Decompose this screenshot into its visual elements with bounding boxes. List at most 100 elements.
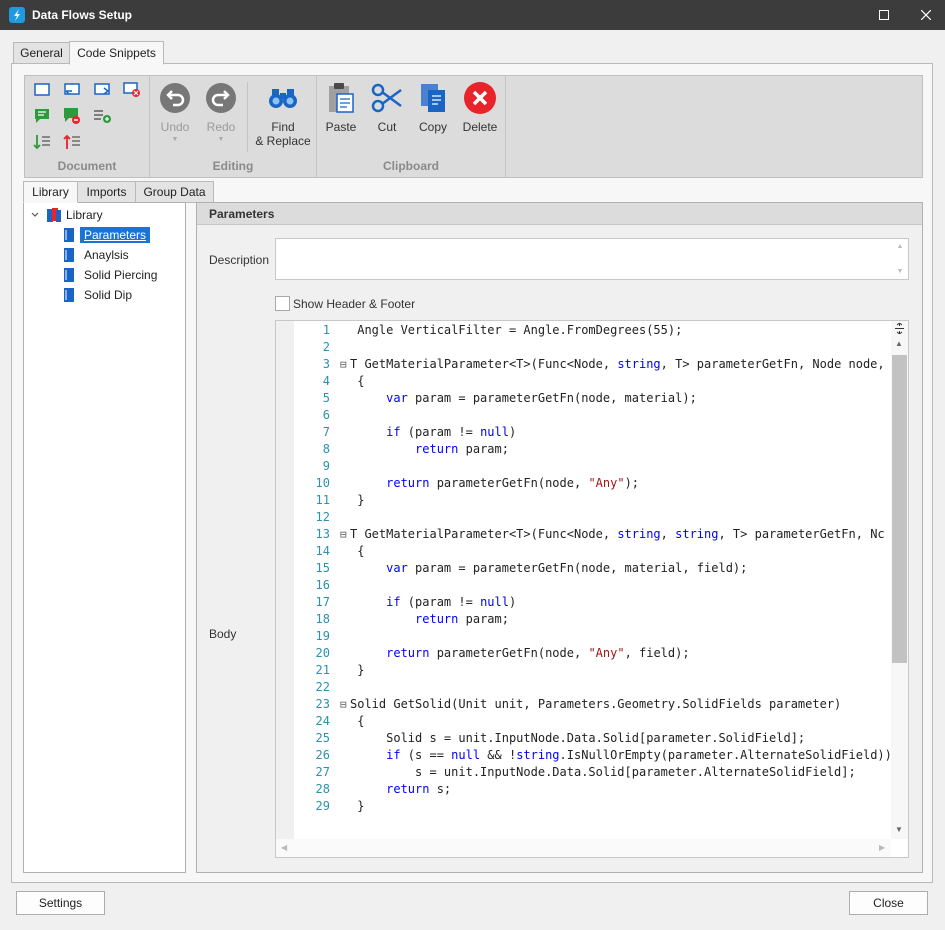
move-up-icon[interactable]: [62, 132, 82, 152]
code-line[interactable]: 11 }: [294, 492, 891, 509]
insert-before-icon[interactable]: [62, 80, 82, 100]
code-line[interactable]: 26 if (s == null && !string.IsNullOrEmpt…: [294, 747, 891, 764]
code-line[interactable]: 21 }: [294, 662, 891, 679]
tree-item-parameters[interactable]: Parameters: [62, 225, 151, 244]
line-number: 21: [315, 663, 330, 677]
line-number: 12: [315, 510, 330, 524]
code-keyword: string: [675, 527, 719, 541]
paste-label: Paste: [325, 120, 357, 134]
collapse-icon[interactable]: ⊟: [340, 696, 350, 713]
code-line[interactable]: 25 Solid s = unit.InputNode.Data.Solid[p…: [294, 730, 891, 747]
collapse-icon[interactable]: ⊟: [340, 526, 350, 543]
add-line-icon[interactable]: [92, 106, 112, 126]
description-field[interactable]: ▲ ▼: [275, 238, 909, 280]
close-button[interactable]: Close: [849, 891, 928, 915]
code-line[interactable]: 28 return s;: [294, 781, 891, 798]
code-line[interactable]: 2: [294, 339, 891, 356]
code-line[interactable]: 10 return parameterGetFn(node, "Any");: [294, 475, 891, 492]
tab-imports[interactable]: Imports: [77, 181, 136, 203]
scroll-right-icon[interactable]: ▶: [879, 843, 885, 852]
code-keyword: if: [386, 425, 401, 439]
tree-item-label: Parameters: [80, 226, 151, 243]
code-line[interactable]: 16: [294, 577, 891, 594]
insert-block-icon[interactable]: [32, 80, 52, 100]
code-keyword: null: [451, 748, 481, 762]
description-scrollbar[interactable]: ▲ ▼: [892, 239, 908, 279]
scroll-left-icon[interactable]: ◀: [281, 843, 287, 852]
tab-code-snippets[interactable]: Code Snippets: [69, 41, 164, 65]
code-line[interactable]: 23 ⊟ Solid GetSolid(Unit unit, Parameters.…: [294, 696, 891, 713]
copy-button[interactable]: Copy: [413, 80, 453, 134]
show-header-footer-checkbox[interactable]: [275, 296, 290, 311]
code-area[interactable]: 1 Angle VerticalFilter = Angle.FromDegre…: [294, 321, 891, 839]
code-line[interactable]: 20 return parameterGetFn(node, "Any", fi…: [294, 645, 891, 662]
collapse-icon[interactable]: ⊟: [340, 356, 350, 373]
code-line[interactable]: 17 if (param != null): [294, 594, 891, 611]
code-line[interactable]: 12: [294, 509, 891, 526]
line-number: 19: [315, 629, 330, 643]
code-text: );: [624, 476, 640, 490]
code-line[interactable]: 8 return param;: [294, 441, 891, 458]
line-number: 29: [315, 799, 330, 813]
code-text: .IsNullOrEmpty(parameter.AlternateSolidF…: [559, 748, 891, 762]
editor-horizontal-scrollbar[interactable]: ◀ ▶: [276, 839, 891, 857]
remove-comment-icon[interactable]: [62, 106, 82, 126]
redo-button[interactable]: Redo ▼: [201, 80, 241, 143]
code-line[interactable]: 14 {: [294, 543, 891, 560]
code-text: (s ==: [400, 748, 452, 762]
paste-button[interactable]: Paste: [321, 80, 361, 134]
code-text: }: [350, 493, 365, 507]
code-line[interactable]: 1 Angle VerticalFilter = Angle.FromDegre…: [294, 322, 891, 339]
maximize-button[interactable]: [864, 0, 904, 30]
move-down-icon[interactable]: [32, 132, 52, 152]
tree-item-solid-dip[interactable]: Solid Dip: [62, 285, 136, 304]
undo-button[interactable]: Undo ▼: [155, 80, 195, 143]
book-icon: [64, 227, 74, 242]
add-comment-icon[interactable]: [32, 106, 52, 126]
editor-vertical-scrollbar[interactable]: ▲ ▼: [891, 321, 908, 839]
code-line[interactable]: 6: [294, 407, 891, 424]
code-editor[interactable]: 1 Angle VerticalFilter = Angle.FromDegre…: [275, 320, 909, 858]
close-window-button[interactable]: [906, 0, 945, 30]
code-string: "Any": [588, 646, 625, 660]
code-line[interactable]: 5 var param = parameterGetFn(node, mater…: [294, 390, 891, 407]
code-line[interactable]: 24 {: [294, 713, 891, 730]
insert-after-icon[interactable]: [92, 80, 112, 100]
code-line[interactable]: 4 {: [294, 373, 891, 390]
code-line[interactable]: 7 if (param != null): [294, 424, 891, 441]
line-number: 3: [322, 357, 330, 371]
settings-button[interactable]: Settings: [16, 891, 105, 915]
code-line[interactable]: 29 }: [294, 798, 891, 815]
tab-library[interactable]: Library: [23, 181, 78, 203]
scroll-up-icon[interactable]: ▲: [895, 339, 903, 348]
delete-button[interactable]: Delete: [459, 80, 501, 134]
cut-button[interactable]: Cut: [367, 80, 407, 134]
code-line[interactable]: 18 return param;: [294, 611, 891, 628]
code-line[interactable]: 3 ⊟ T GetMaterialParameter<T>(Func<Node, s…: [294, 356, 891, 373]
tab-group-data[interactable]: Group Data: [135, 181, 214, 203]
tree-item-solid-piercing[interactable]: Solid Piercing: [62, 265, 161, 284]
line-number: 20: [315, 646, 330, 660]
code-keyword: string: [516, 748, 560, 762]
code-line[interactable]: 15 var param = parameterGetFn(node, mate…: [294, 560, 891, 577]
tab-general[interactable]: General: [13, 42, 70, 64]
line-number: 4: [322, 374, 330, 388]
code-line[interactable]: 9: [294, 458, 891, 475]
scroll-thumb[interactable]: [892, 355, 907, 663]
tree-item-anaylsis[interactable]: Anaylsis: [62, 245, 133, 264]
code-line[interactable]: 22: [294, 679, 891, 696]
code-line[interactable]: 27 s = unit.InputNode.Data.Solid[paramet…: [294, 764, 891, 781]
find-replace-button[interactable]: Find & Replace: [255, 80, 311, 148]
remove-block-icon[interactable]: [122, 80, 142, 100]
tree-item-label: Solid Piercing: [84, 267, 158, 282]
code-line[interactable]: 13 ⊟ T GetMaterialParameter<T>(Func<Node, …: [294, 526, 891, 543]
line-number: 27: [315, 765, 330, 779]
tree-root[interactable]: Library: [30, 205, 107, 224]
code-text: ): [508, 595, 517, 609]
code-text: parameterGetFn(node,: [429, 476, 589, 490]
code-line[interactable]: 19: [294, 628, 891, 645]
scroll-down-icon[interactable]: ▼: [895, 825, 903, 834]
